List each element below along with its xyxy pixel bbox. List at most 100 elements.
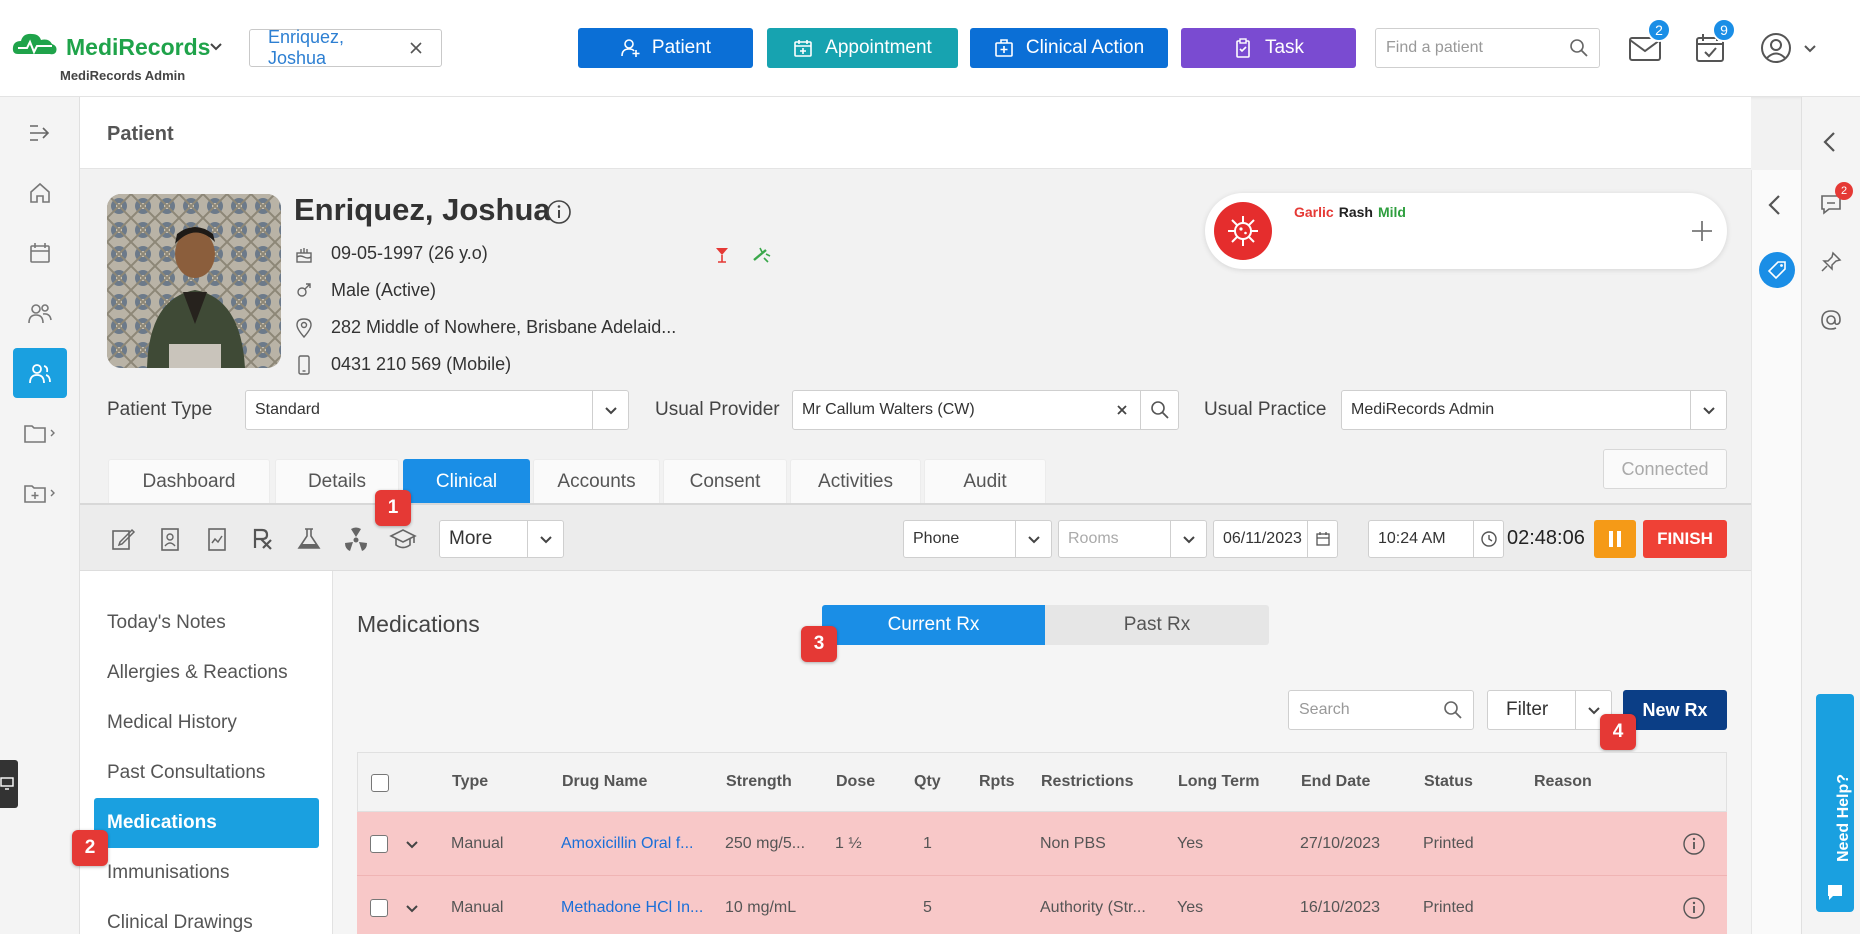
col-rpts[interactable]: Rpts (979, 753, 1015, 811)
clock-icon[interactable] (1473, 521, 1503, 557)
user-avatar-icon[interactable] (1760, 32, 1792, 64)
tab-clinical[interactable]: Clinical (403, 459, 530, 503)
close-icon[interactable] (409, 41, 423, 55)
tab-accounts[interactable]: Accounts (533, 459, 660, 503)
row-checkbox[interactable] (370, 899, 388, 917)
search-icon[interactable] (1140, 391, 1178, 429)
collapse-left-icon[interactable] (1767, 194, 1783, 216)
expand-chevron-icon[interactable] (405, 876, 419, 934)
col-drug-name[interactable]: Drug Name (562, 753, 647, 811)
clear-icon[interactable] (1104, 404, 1140, 416)
more-dropdown[interactable]: More (439, 520, 564, 558)
smoking-status-icon[interactable] (752, 246, 772, 264)
side-item-past-consultations[interactable]: Past Consultations (94, 748, 319, 798)
alcohol-glass-icon[interactable] (713, 246, 731, 264)
allergy-card[interactable]: Garlic Rash Mild (1205, 193, 1727, 269)
education-cap-icon[interactable] (386, 522, 420, 556)
patients-icon[interactable] (13, 348, 67, 398)
pause-button[interactable] (1594, 520, 1636, 558)
col-restrictions[interactable]: Restrictions (1041, 753, 1133, 811)
find-patient-input[interactable]: Find a patient (1375, 28, 1600, 68)
expand-menu-icon[interactable] (13, 108, 67, 158)
prescription-icon[interactable] (246, 522, 280, 556)
open-patient-tab[interactable]: Enriquez, Joshua (249, 27, 442, 68)
user-menu-chevron-icon[interactable] (1802, 40, 1818, 56)
notes-edit-icon[interactable] (106, 522, 140, 556)
chevron-down-icon[interactable] (527, 521, 563, 557)
home-icon[interactable] (13, 168, 67, 218)
task-button[interactable]: Task (1181, 28, 1356, 68)
screen-share-tab[interactable] (0, 760, 18, 808)
lab-flask-icon[interactable] (292, 522, 326, 556)
tab-audit[interactable]: Audit (924, 459, 1046, 503)
col-strength[interactable]: Strength (726, 753, 792, 811)
expand-chevron-icon[interactable] (405, 812, 419, 875)
calendar-icon[interactable] (1307, 521, 1337, 557)
folder-add-icon[interactable] (13, 468, 67, 518)
channel-select[interactable]: Phone (903, 520, 1052, 558)
rooms-select[interactable]: Rooms (1058, 520, 1207, 558)
need-help-tab[interactable]: Need Help? (1816, 694, 1854, 912)
patient-button[interactable]: Patient (578, 28, 753, 68)
appointment-button[interactable]: Appointment (767, 28, 958, 68)
cell-drug-name[interactable]: Amoxicillin Oral f... (561, 812, 693, 875)
col-status[interactable]: Status (1424, 753, 1473, 811)
tag-icon[interactable] (1759, 252, 1795, 288)
clinical-action-button[interactable]: Clinical Action (970, 28, 1168, 68)
select-all-checkbox[interactable] (371, 774, 389, 792)
table-row[interactable]: Manual Methadone HCl In... 10 mg/mL 5 Au… (357, 876, 1727, 934)
search-icon[interactable] (1443, 700, 1463, 720)
row-checkbox[interactable] (370, 835, 388, 853)
side-item-medications[interactable]: Medications (94, 798, 319, 848)
pin-icon[interactable] (1820, 251, 1842, 273)
side-item-clinical-drawings[interactable]: Clinical Drawings (94, 898, 319, 934)
medication-search-input[interactable]: Search (1288, 690, 1474, 730)
info-icon[interactable] (546, 199, 572, 225)
col-long-term[interactable]: Long Term (1178, 753, 1259, 811)
patient-type-select[interactable]: Standard (245, 390, 629, 430)
chart-document-icon[interactable] (200, 522, 234, 556)
side-item-todays-notes[interactable]: Today's Notes (94, 598, 319, 648)
people-group-icon[interactable] (13, 288, 67, 338)
tab-activities[interactable]: Activities (790, 459, 921, 503)
segment-past-rx[interactable]: Past Rx (1045, 605, 1269, 645)
col-reason[interactable]: Reason (1534, 753, 1592, 811)
document-user-icon[interactable] (153, 522, 187, 556)
info-icon[interactable] (1682, 876, 1706, 934)
chevron-down-icon[interactable] (208, 38, 224, 54)
col-type[interactable]: Type (452, 753, 488, 811)
cell-drug-name[interactable]: Methadone HCl In... (561, 876, 703, 934)
chevron-down-icon[interactable] (1015, 521, 1051, 557)
usual-practice-select[interactable]: MediRecords Admin (1341, 390, 1727, 430)
table-row[interactable]: Manual Amoxicillin Oral f... 250 mg/5...… (357, 812, 1727, 876)
side-item-immunisations[interactable]: Immunisations (94, 848, 319, 898)
add-allergy-icon[interactable] (1690, 219, 1714, 243)
filter-dropdown[interactable]: Filter (1487, 690, 1612, 730)
info-icon[interactable] (1682, 812, 1706, 875)
chevron-down-icon[interactable] (1170, 521, 1206, 557)
mention-icon[interactable] (1820, 309, 1842, 331)
usual-provider-input[interactable]: Mr Callum Walters (CW) (792, 390, 1179, 430)
chevron-down-icon[interactable] (1690, 391, 1726, 429)
collapse-left-icon[interactable] (1822, 131, 1838, 153)
radiology-icon[interactable] (339, 522, 373, 556)
chevron-down-icon[interactable] (592, 391, 628, 429)
patient-photo[interactable] (107, 194, 281, 368)
date-input[interactable]: 06/11/2023 (1213, 520, 1338, 558)
folder-icon[interactable] (13, 408, 67, 458)
search-icon[interactable] (1569, 38, 1589, 58)
segment-current-rx[interactable]: Current Rx (822, 605, 1045, 645)
col-qty[interactable]: Qty (914, 753, 941, 811)
finish-button[interactable]: FINISH (1643, 520, 1727, 558)
tab-dashboard[interactable]: Dashboard (108, 459, 270, 503)
col-dose[interactable]: Dose (836, 753, 875, 811)
time-input[interactable]: 10:24 AM (1368, 520, 1504, 558)
calendar-icon[interactable] (13, 228, 67, 278)
patient-button-label: Patient (651, 37, 712, 58)
tab-consent[interactable]: Consent (663, 459, 787, 503)
col-end-date[interactable]: End Date (1301, 753, 1370, 811)
side-item-allergies[interactable]: Allergies & Reactions (94, 648, 319, 698)
side-item-medical-history[interactable]: Medical History (94, 698, 319, 748)
new-rx-button[interactable]: New Rx (1623, 690, 1727, 730)
app-name[interactable]: MediRecords (66, 34, 210, 61)
